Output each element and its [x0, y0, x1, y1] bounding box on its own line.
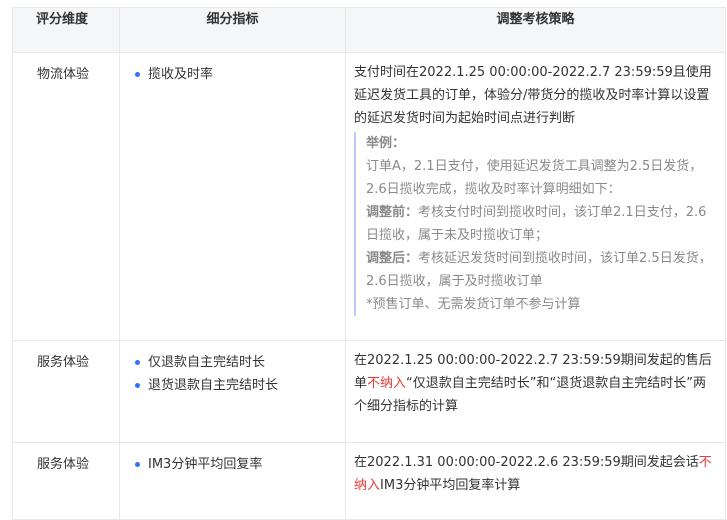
table-row: 物流体验 揽收及时率 支付时间在2022.1.25 00:00:00-2022.… [12, 52, 726, 341]
dimension-cell: 服务体验 [12, 340, 120, 443]
before-label: 调整前： [366, 205, 419, 220]
indicator-cell: 仅退款自主完结时长 退货退款自主完结时长 [119, 340, 346, 443]
policy-cell: 支付时间在2022.1.25 00:00:00-2022.2.7 23:59:5… [345, 52, 726, 341]
dimension-cell: 服务体验 [12, 442, 120, 520]
policy-text: IM3分钟平均回复率计算 [380, 478, 521, 493]
indicator-item: 退货退款自主完结时长 [134, 374, 345, 397]
policy-cell: 在2022.1.31 00:00:00-2022.2.6 23:59:59期间发… [345, 442, 726, 520]
indicator-item: 仅退款自主完结时长 [134, 351, 345, 374]
before-text: 考核支付时间到揽收时间，该订单2.1日支付，2.6日揽收，属于未及时揽收订单； [366, 205, 707, 243]
policy-text: “仅退款自主完结时长”和“退货退款自主完结时长”两个细分指标的计算 [354, 376, 706, 414]
example-title: 举例： [366, 136, 406, 151]
example-quote: 举例： 订单A，2.1日支付，使用延迟发货工具调整为2.5日发货，2.6日揽收完… [354, 132, 715, 316]
after-text: 考核延迟发货时间到揽收时间，该订单2.5日发货，2.6日揽收，属于及时揽收订单 [366, 251, 712, 289]
after-label: 调整后： [366, 251, 419, 266]
indicator-cell: IM3分钟平均回复率 [119, 442, 346, 520]
excluded-highlight: 不纳入 [367, 376, 407, 391]
header-dimension: 评分维度 [12, 7, 120, 53]
indicator-cell: 揽收及时率 [119, 52, 346, 341]
example-line: 订单A，2.1日支付，使用延迟发货工具调整为2.5日发货，2.6日揽收完成，揽收… [366, 159, 703, 197]
table-row: 服务体验 IM3分钟平均回复率 在2022.1.31 00:00:00-2022… [12, 442, 726, 520]
policy-text: 在2022.1.31 00:00:00-2022.2.6 23:59:59期间发… [354, 455, 699, 470]
header-indicator: 细分指标 [119, 7, 346, 53]
indicator-item: IM3分钟平均回复率 [134, 453, 345, 476]
table-header-row: 评分维度 细分指标 调整考核策略 [12, 7, 726, 53]
header-policy: 调整考核策略 [345, 7, 726, 53]
example-note: *预售订单、无需发货订单不参与计算 [366, 297, 581, 312]
table-row: 服务体验 仅退款自主完结时长 退货退款自主完结时长 在2022.1.25 00:… [12, 340, 726, 443]
policy-cell: 在2022.1.25 00:00:00-2022.2.7 23:59:59期间发… [345, 340, 726, 443]
indicator-item: 揽收及时率 [134, 63, 345, 86]
policy-text: 支付时间在2022.1.25 00:00:00-2022.2.7 23:59:5… [354, 65, 712, 126]
dimension-cell: 物流体验 [12, 52, 120, 341]
policy-table: 评分维度 细分指标 调整考核策略 物流体验 揽收及时率 支付时间在2022.1.… [12, 7, 726, 520]
